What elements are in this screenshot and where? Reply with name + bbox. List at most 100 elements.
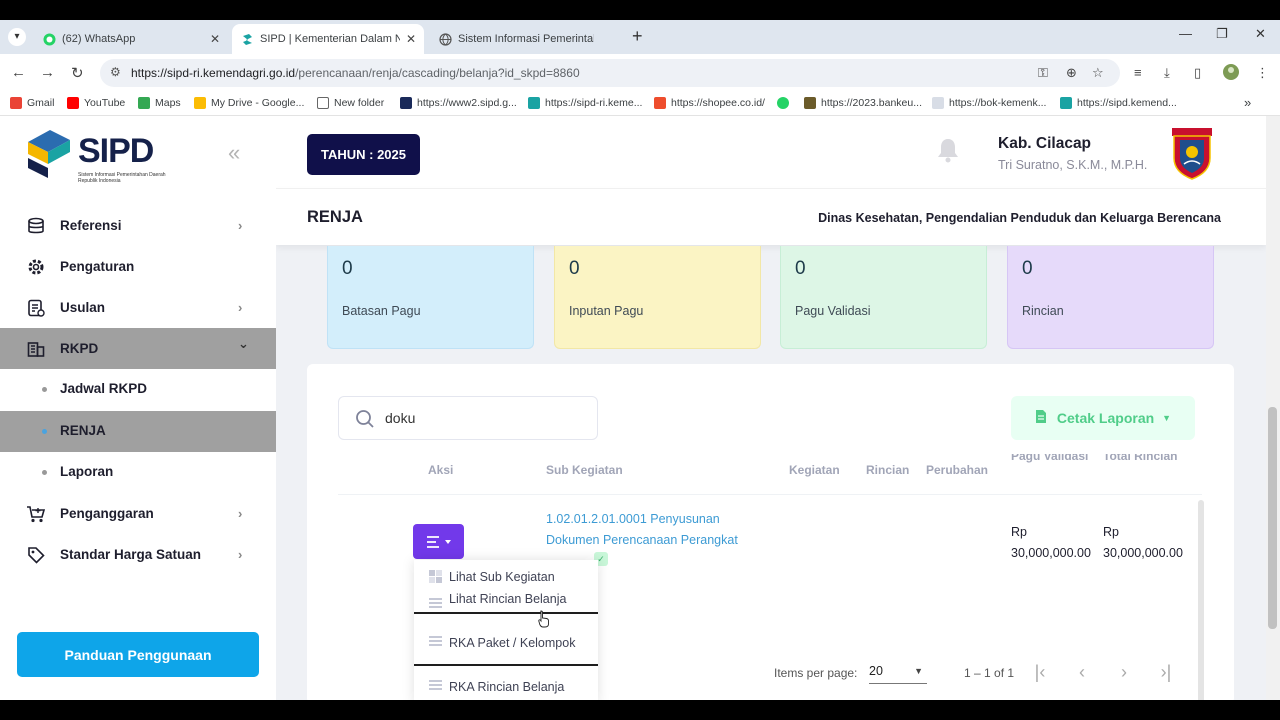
more-menu-icon[interactable]: ⋮ (1256, 65, 1269, 81)
bookmark-item[interactable]: Maps (138, 97, 181, 109)
search-icon (355, 409, 375, 434)
side-panel-icon[interactable]: ▯ (1194, 65, 1201, 81)
row-action-menu-button[interactable] (413, 524, 464, 559)
bookmark-item[interactable]: https://sipd-ri.keme... (528, 97, 642, 109)
browser-tab-sipd[interactable]: SIPD | Kementerian Dalam Negeri ✕ (232, 24, 424, 54)
items-per-page-label: Items per page: (774, 666, 858, 680)
tab-search-button[interactable]: ▾ (8, 28, 26, 46)
user-guide-button[interactable]: Panduan Penggunaan (17, 632, 259, 677)
zoom-icon[interactable]: ⊕ (1066, 65, 1077, 81)
table-scrollbar[interactable] (1198, 500, 1204, 700)
top-header: TAHUN : 2025 Kab. Cilacap Tri Suratno, S… (276, 116, 1266, 188)
menu-item-rka-rincian-belanja[interactable]: RKA Rincian Belanja (414, 672, 598, 700)
tab-title: SIPD | Kementerian Dalam Negeri (260, 33, 400, 45)
reload-icon[interactable]: ↻ (71, 64, 84, 82)
collapse-sidebar-icon[interactable]: « (228, 140, 240, 166)
caret-down-icon: ▼ (914, 666, 923, 676)
browser-tab-sistem-informasi[interactable]: Sistem Informasi Pemerintahan Daerah (430, 24, 602, 54)
col-header-total-rincian[interactable]: Total Rincian (1103, 454, 1177, 464)
download-icon[interactable]: ⤓ (1164, 65, 1170, 81)
profile-avatar-icon[interactable] (1222, 63, 1240, 84)
year-badge[interactable]: TAHUN : 2025 (307, 134, 420, 175)
sidebar-subitem-laporan[interactable]: Laporan (0, 452, 276, 493)
total-rincian-value: Rp 30,000,000.00 (1103, 525, 1183, 560)
col-header-pagu-validasi[interactable]: Pagu Validasi (1011, 454, 1088, 464)
bookmark-item[interactable]: https://sipd.kemend... (1060, 97, 1177, 109)
bookmark-item[interactable]: https://www2.sipd.g... (400, 97, 517, 109)
bank-icon (804, 97, 816, 109)
shopee-icon (654, 97, 666, 109)
url-bar[interactable]: ⚙ https://sipd-ri.kemendagri.go.id/peren… (100, 59, 1120, 87)
back-arrow-icon[interactable]: ← (11, 64, 26, 81)
sidebar-item-referensi[interactable]: Referensi › (0, 205, 276, 246)
bullet-icon (42, 470, 47, 475)
bookmark-item[interactable] (777, 97, 794, 109)
chevron-down-icon: ⌄ (238, 336, 249, 351)
page-icon (932, 97, 944, 109)
bookmark-item[interactable]: https://2023.bankeu... (804, 97, 922, 109)
first-page-icon[interactable]: |‹ (1028, 660, 1052, 684)
table-card: Cetak Laporan ▼ Aksi Sub Kegiatan Kegiat… (307, 364, 1234, 700)
menu-item-lihat-sub-kegiatan[interactable]: Lihat Sub Kegiatan (414, 562, 598, 590)
bookmark-item[interactable]: Gmail (10, 97, 54, 109)
search-box[interactable] (338, 396, 598, 440)
bookmark-item[interactable]: https://shopee.co.id/ (654, 97, 765, 109)
sidebar-subitem-renja[interactable]: RENJA (0, 411, 276, 452)
list-icon (429, 680, 442, 690)
close-tab-icon[interactable]: ✕ (210, 32, 220, 46)
document-list-icon (26, 298, 46, 318)
url-text[interactable]: https://sipd-ri.kemendagri.go.id/perenca… (131, 66, 580, 80)
forward-arrow-icon[interactable]: → (40, 64, 55, 81)
database-icon (26, 216, 46, 236)
sidebar-item-usulan[interactable]: Usulan › (0, 287, 276, 328)
new-tab-button[interactable]: + (632, 26, 643, 47)
maps-icon (138, 97, 150, 109)
media-control-icon[interactable]: ≡ (1134, 65, 1142, 80)
sidebar-item-rkpd[interactable]: RKPD ⌄ (0, 328, 276, 369)
col-header-aksi: Aksi (428, 463, 454, 477)
col-header-kegiatan[interactable]: Kegiatan (789, 463, 840, 477)
bell-icon[interactable] (934, 136, 962, 169)
page-scrollbar[interactable] (1266, 116, 1280, 700)
sub-kegiatan-link[interactable]: 1.02.01.2.01.0001 Penyusunan Dokumen Per… (546, 509, 766, 551)
sipd-logo[interactable]: SIPD Sistem Informasi Pemerintahan Daera… (26, 128, 166, 184)
folder-icon (317, 97, 329, 109)
more-bookmarks-icon[interactable]: » (1244, 95, 1251, 110)
previous-page-icon[interactable]: ‹ (1070, 660, 1094, 684)
pagu-validasi-value: Rp 30,000,000.00 (1011, 525, 1091, 560)
close-tab-icon[interactable]: ✕ (406, 32, 416, 46)
bookmark-item[interactable]: My Drive - Google... (194, 97, 304, 109)
col-header-sub-kegiatan[interactable]: Sub Kegiatan (546, 463, 623, 477)
stat-card-pagu-validasi: 0 Pagu Validasi (780, 246, 987, 349)
print-report-button[interactable]: Cetak Laporan ▼ (1011, 396, 1195, 440)
sidebar-item-penganggaran[interactable]: Penganggaran › (0, 493, 276, 534)
bookmark-item[interactable]: YouTube (67, 97, 125, 109)
bookmark-item[interactable]: https://bok-kemenk... (932, 97, 1046, 109)
globe-icon (438, 32, 452, 46)
restore-icon[interactable]: ❐ (1216, 26, 1228, 42)
search-input[interactable] (385, 407, 585, 429)
stat-card-inputan-pagu: 0 Inputan Pagu (554, 246, 761, 349)
key-icon[interactable]: ⚿ (1038, 65, 1048, 81)
next-page-icon[interactable]: › (1112, 660, 1136, 684)
browser-tab-whatsapp[interactable]: (62) WhatsApp ✕ (34, 24, 228, 54)
sidebar-subitem-jadwal-rkpd[interactable]: Jadwal RKPD (0, 369, 276, 410)
items-per-page-select[interactable]: 20 ▼ (869, 662, 927, 684)
window-close-icon[interactable]: ✕ (1255, 26, 1266, 42)
sidebar-item-standar-harga-satuan[interactable]: Standar Harga Satuan › (0, 534, 276, 575)
document-icon (1035, 409, 1047, 427)
site-info-icon[interactable]: ⚙ (110, 65, 121, 79)
last-page-icon[interactable]: ›| (1154, 660, 1178, 684)
page-scrollbar-thumb[interactable] (1268, 407, 1277, 629)
menu-item-rka-paket-kelompok[interactable]: RKA Paket / Kelompok (414, 628, 598, 656)
sipd-favicon-icon (240, 32, 254, 46)
sidebar-item-pengaturan[interactable]: Pengaturan (0, 246, 276, 287)
bookmark-item[interactable]: New folder (317, 97, 384, 109)
cart-icon (26, 504, 46, 524)
minimize-icon[interactable]: — (1179, 26, 1192, 41)
list-icon (429, 598, 442, 608)
col-header-rincian[interactable]: Rincian (866, 463, 909, 477)
col-header-perubahan[interactable]: Perubahan (926, 463, 988, 477)
cilacap-crest-icon[interactable] (1172, 128, 1212, 180)
star-icon[interactable]: ☆ (1092, 65, 1104, 81)
